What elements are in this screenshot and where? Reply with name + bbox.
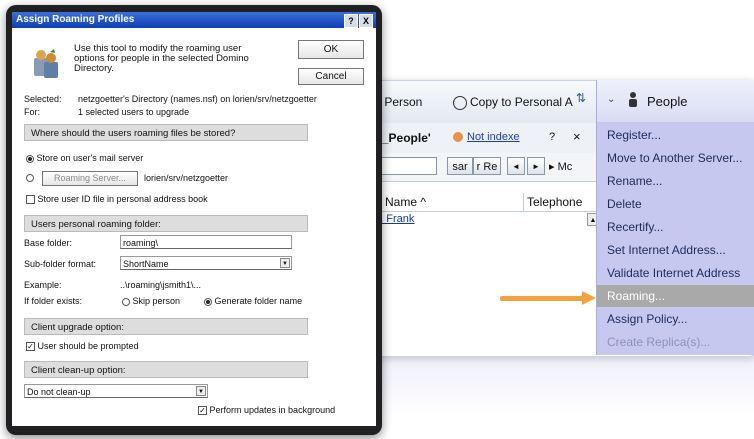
help-button[interactable]: ?	[344, 14, 358, 28]
next-button[interactable]: ►	[527, 157, 545, 175]
for-label: For:	[24, 107, 41, 117]
menu-item[interactable]: Create Replica(s)...	[607, 331, 754, 353]
close-icon[interactable]: ×	[573, 129, 581, 144]
checkbox-indicator[interactable]: ✓	[198, 406, 207, 416]
toolbar-scroll-icon[interactable]: ⇅	[576, 91, 586, 105]
close-button[interactable]: X	[359, 14, 373, 28]
arrow-head-icon	[582, 291, 596, 305]
column-header-telephone[interactable]: Telephone	[527, 195, 582, 209]
copy-to-personal-action[interactable]: Copy to Personal A	[453, 95, 573, 110]
checkbox-indicator[interactable]	[26, 195, 35, 205]
chevron-down-icon: ⌄	[607, 94, 616, 105]
copy-icon	[453, 95, 467, 110]
warning-icon	[453, 132, 463, 142]
radio-indicator[interactable]	[204, 297, 212, 306]
table-row[interactable]: g., Frank	[371, 213, 587, 227]
view-title: '_People'	[379, 131, 431, 145]
checkbox-prompted[interactable]: ✓ User should be prompted	[26, 341, 139, 352]
roaming-server-button[interactable]: Roaming Server...	[42, 171, 138, 186]
dialog-title: Assign Roaming Profiles	[16, 14, 135, 25]
ok-button[interactable]: OK	[298, 40, 364, 59]
column-header-row: Name ^ Telephone	[371, 193, 601, 212]
if-exists-label: If folder exists:	[24, 296, 83, 306]
example-label: Example:	[24, 280, 62, 290]
menu-item[interactable]: Register...	[607, 124, 754, 146]
menu-item[interactable]: Roaming...	[597, 285, 754, 307]
more-label[interactable]: ▸ Mc	[549, 160, 572, 173]
view-header: '_People' Not indexe ? ×	[371, 123, 601, 154]
cleanup-select[interactable]: Do not clean-up ▼	[24, 384, 208, 398]
menu-header[interactable]: ⌄ People	[597, 80, 754, 122]
menu-item[interactable]: Move to Another Server...	[607, 147, 754, 169]
selected-label: Selected:	[24, 94, 62, 104]
subfolder-label: Sub-folder format:	[24, 259, 97, 269]
cancel-button[interactable]: Cancel	[298, 68, 364, 85]
prev-button[interactable]: ◄	[507, 157, 525, 175]
dialog-titlebar: Assign Roaming Profiles ? X	[12, 12, 376, 28]
search-bar: sar r Re ◄ ► ▸ Mc	[371, 153, 601, 182]
menu-item[interactable]: Set Internet Address...	[607, 239, 754, 261]
person-icon	[627, 91, 639, 107]
reflection	[370, 357, 754, 417]
users-icon	[32, 48, 62, 80]
radio-indicator[interactable]	[26, 154, 34, 163]
intro-text: Use this tool to modify the roaming user…	[74, 43, 249, 74]
radio-roaming-server[interactable]	[26, 172, 34, 182]
for-value: 1 selected users to upgrade	[78, 107, 190, 117]
section-cleanup: Client clean-up option:	[24, 361, 308, 378]
refine-button[interactable]: r Re	[473, 157, 501, 175]
subfolder-select[interactable]: ShortName ▼	[120, 256, 292, 270]
base-folder-input[interactable]: roaming\	[120, 235, 292, 249]
not-indexed-link[interactable]: Not indexe	[467, 131, 520, 143]
edit-person-action[interactable]: it Person	[375, 95, 422, 109]
search-button[interactable]: sar	[447, 157, 473, 175]
menu-item[interactable]: Validate Internet Address	[607, 262, 754, 284]
menu-title: People	[647, 94, 688, 109]
menu-item[interactable]: Delete	[607, 193, 754, 215]
menu-item[interactable]: Assign Policy...	[607, 308, 754, 330]
checkbox-store-id[interactable]: Store user ID file in personal address b…	[26, 194, 208, 205]
menu-item[interactable]: Rename...	[607, 170, 754, 192]
base-folder-label: Base folder:	[24, 238, 73, 248]
roaming-server-value: lorien/srv/netzgoetter	[144, 173, 229, 183]
menu-item[interactable]: Recertify...	[607, 216, 754, 238]
menu-items: Register... Move to Another Server... Rena…	[597, 124, 754, 355]
section-folder: Users personal roaming folder:	[24, 215, 308, 232]
people-menu: ⌄ People Register... Move to Another Serv…	[596, 80, 754, 355]
radio-indicator[interactable]	[26, 173, 34, 182]
example-value: ..\roaming\jsmith1\...	[120, 280, 202, 290]
selected-value: netzgoetter's Directory (names.nsf) on l…	[78, 94, 317, 104]
radio-skip-person[interactable]: Skip person	[122, 296, 180, 306]
radio-indicator[interactable]	[122, 297, 130, 306]
help-icon[interactable]: ?	[549, 131, 555, 143]
checkbox-background[interactable]: ✓ Perform updates in background	[198, 405, 335, 416]
highlight-arrow	[500, 296, 584, 301]
section-upgrade: Client upgrade option:	[24, 318, 308, 335]
column-divider	[523, 193, 524, 211]
column-header-name[interactable]: Name ^	[385, 195, 426, 209]
checkbox-indicator[interactable]: ✓	[26, 342, 35, 352]
radio-generate-name[interactable]: Generate folder name	[204, 296, 302, 306]
radio-mail-server[interactable]: Store on user's mail server	[26, 153, 143, 163]
section-files: Where should the users roaming files be …	[24, 124, 308, 141]
chevron-down-icon[interactable]: ▼	[196, 386, 206, 396]
dialog-body: Use this tool to modify the roaming user…	[12, 28, 376, 426]
chevron-down-icon[interactable]: ▼	[280, 258, 290, 268]
